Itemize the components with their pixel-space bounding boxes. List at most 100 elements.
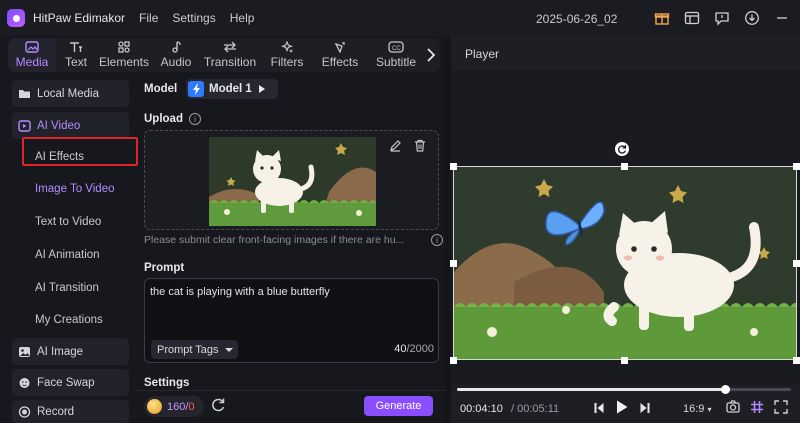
prompt-textarea[interactable]: the cat is playing with a blue butterfly…	[144, 278, 439, 363]
generate-bar: 160/0 Generate	[136, 390, 446, 423]
tab-media[interactable]: Media	[8, 38, 56, 72]
svg-text:CC: CC	[392, 46, 401, 52]
tab-audio[interactable]: Audio	[152, 38, 200, 72]
upload-info-icon[interactable]: i	[189, 113, 201, 125]
app-window: HitPaw Edimakor File Settings Help 2025-…	[0, 0, 800, 423]
menu-help[interactable]: Help	[230, 11, 255, 25]
tab-elements[interactable]: Elements	[96, 38, 152, 72]
rotate-handle-icon[interactable]	[615, 142, 629, 156]
prompt-tags-button[interactable]: Prompt Tags	[151, 340, 238, 359]
sidebar-item-label: AI Image	[37, 345, 84, 358]
video-preview[interactable]	[453, 166, 797, 360]
minimize-icon[interactable]	[772, 8, 792, 28]
generate-button[interactable]: Generate	[364, 396, 433, 416]
step-back-icon[interactable]	[594, 401, 604, 419]
menu-settings[interactable]: Settings	[172, 11, 215, 25]
text-icon	[70, 42, 82, 52]
refresh-icon[interactable]	[210, 397, 226, 418]
layout-icon[interactable]	[682, 8, 702, 28]
resize-handle[interactable]	[621, 163, 628, 170]
tab-effects-label: Effects	[321, 55, 359, 69]
time-total: / 00:05:11	[511, 403, 560, 415]
delete-icon[interactable]	[414, 139, 426, 157]
sidebar-sub-ai-animation[interactable]: AI Animation	[35, 249, 100, 261]
play-icon[interactable]	[616, 400, 628, 419]
step-forward-icon[interactable]	[640, 401, 650, 419]
audio-icon	[172, 41, 181, 53]
menu-file[interactable]: File	[139, 11, 158, 25]
camera-icon[interactable]	[726, 400, 740, 419]
folder-icon	[18, 88, 31, 99]
effects-icon	[334, 42, 345, 53]
media-icon	[25, 41, 39, 53]
fullscreen-icon[interactable]	[774, 400, 788, 419]
title-bar: HitPaw Edimakor File Settings Help 2025-…	[0, 0, 800, 36]
sidebar-sub-ai-transition[interactable]: AI Transition	[35, 282, 99, 294]
sidebar-item-local-media[interactable]: Local Media	[12, 80, 129, 107]
edit-icon[interactable]	[389, 139, 402, 157]
timeline-knob[interactable]	[721, 385, 731, 394]
tab-filters[interactable]: Filters	[260, 38, 314, 72]
player-tools	[726, 400, 788, 419]
sidebar-item-label: Local Media	[37, 87, 100, 100]
tabs-next-icon[interactable]	[426, 47, 436, 68]
tab-effects[interactable]: Effects	[314, 38, 366, 72]
char-max: /2000	[406, 343, 434, 355]
chevron-right-icon	[258, 85, 265, 93]
subtitle-icon: CC	[388, 41, 404, 53]
resize-handle[interactable]	[621, 357, 628, 364]
face-swap-icon	[18, 377, 31, 389]
time-current: 00:04:10	[460, 403, 503, 415]
ai-image-icon	[18, 346, 31, 358]
lightning-icon	[188, 81, 204, 97]
sidebar-sub-image-to-video[interactable]: Image To Video	[35, 183, 115, 195]
sidebar-item-ai-video[interactable]: AI Video	[12, 112, 129, 139]
titlebar-tools	[652, 8, 792, 28]
aspect-ratio-select[interactable]: 16:9 ▾	[683, 403, 712, 415]
tab-text[interactable]: Text	[56, 38, 96, 72]
resize-handle[interactable]	[450, 357, 457, 364]
resize-handle[interactable]	[450, 163, 457, 170]
tab-transition[interactable]: Transition	[200, 38, 260, 72]
tab-filters-label: Filters	[270, 55, 304, 69]
sidebar-item-face-swap[interactable]: Face Swap	[12, 369, 129, 396]
upload-hint: Please submit clear front-facing images …	[144, 234, 405, 246]
sidebar-item-label: Face Swap	[37, 376, 95, 389]
resize-handle[interactable]	[793, 260, 800, 267]
caret-down-icon	[224, 347, 233, 352]
sidebar-item-label: AI Video	[37, 119, 81, 132]
sidebar-item-ai-image[interactable]: AI Image	[12, 338, 129, 365]
resize-handle[interactable]	[793, 163, 800, 170]
sidebar-item-label: Record	[37, 405, 75, 418]
caret-down-icon: ▾	[707, 405, 712, 414]
sidebar-sub-text-to-video[interactable]: Text to Video	[35, 216, 101, 228]
timeline-scrubber[interactable]	[457, 385, 791, 394]
prompt-tags-label: Prompt Tags	[157, 343, 219, 356]
selection-highlight	[22, 137, 138, 166]
gift-icon[interactable]	[652, 8, 672, 28]
prompt-text[interactable]: the cat is playing with a blue butterfly	[150, 286, 330, 298]
tab-transition-label: Transition	[203, 55, 257, 69]
uploaded-image-thumbnail	[209, 137, 376, 226]
tab-elements-label: Elements	[98, 55, 150, 69]
feedback-icon[interactable]	[712, 8, 732, 28]
tab-audio-label: Audio	[160, 55, 192, 69]
char-used: 40	[394, 343, 407, 355]
coin-icon	[147, 399, 162, 414]
sidebar-sub-my-creations[interactable]: My Creations	[35, 314, 103, 326]
upload-dropzone[interactable]	[144, 130, 439, 230]
player-title: Player	[465, 47, 500, 61]
sidebar-item-record[interactable]: Record	[12, 400, 129, 423]
hint-info-icon[interactable]: i	[431, 234, 443, 246]
char-count: 40/2000	[394, 343, 434, 355]
resize-handle[interactable]	[793, 357, 800, 364]
prompt-label: Prompt	[144, 262, 185, 274]
tab-subtitle[interactable]: CC Subtitle	[366, 38, 426, 72]
resize-handle[interactable]	[450, 260, 457, 267]
download-icon[interactable]	[742, 8, 762, 28]
grid-icon[interactable]	[750, 400, 764, 419]
media-tabs: Media Text Elements Audio Transition Fil…	[8, 38, 440, 72]
credits-cost: 0	[188, 400, 195, 413]
filters-icon	[281, 41, 293, 53]
model-select-button[interactable]: Model 1	[186, 79, 278, 99]
